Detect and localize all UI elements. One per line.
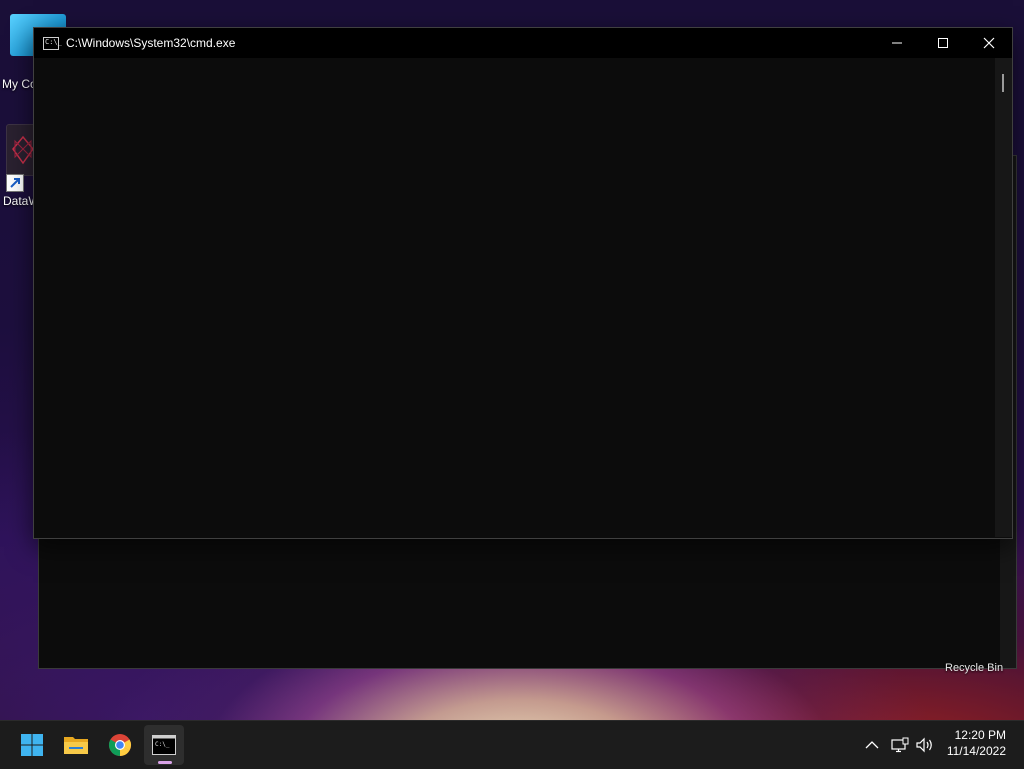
cmd-icon: C:\_ xyxy=(152,735,176,755)
file-explorer-button[interactable] xyxy=(56,725,96,765)
close-button[interactable] xyxy=(966,28,1012,58)
minimize-button[interactable] xyxy=(874,28,920,58)
taskbar-clock[interactable]: 12:20 PM 11/14/2022 xyxy=(940,727,1014,763)
windows-start-icon xyxy=(21,734,43,756)
folder-icon xyxy=(64,737,88,754)
svg-text:C:\_: C:\_ xyxy=(155,741,170,748)
network-icon xyxy=(891,737,909,753)
chevron-up-icon xyxy=(865,741,879,749)
chrome-icon xyxy=(109,734,131,756)
console-output-area[interactable] xyxy=(34,58,994,537)
maximize-icon xyxy=(938,38,948,48)
show-hidden-icons-button[interactable] xyxy=(860,733,884,757)
scrollbar-thumb[interactable] xyxy=(1002,74,1004,92)
cmd-icon: C:\_ xyxy=(43,36,62,50)
window-title: C:\Windows\System32\cmd.exe xyxy=(66,36,236,50)
network-button[interactable] xyxy=(888,733,912,757)
minimize-icon xyxy=(892,42,902,44)
command-prompt-taskbar-button[interactable]: C:\_ xyxy=(144,725,184,765)
desktop-icon-label: My Co xyxy=(2,77,37,91)
close-icon xyxy=(983,37,995,49)
recycle-bin-label[interactable]: Recycle Bin xyxy=(945,662,1003,674)
cmd-titlebar[interactable]: C:\_ C:\Windows\System32\cmd.exe xyxy=(34,28,1012,58)
active-app-indicator xyxy=(158,761,172,764)
vertical-scrollbar[interactable] xyxy=(995,58,1012,537)
volume-icon xyxy=(916,737,932,753)
taskbar: C:\_ 12:20 PM 11/14/2022 xyxy=(0,720,1024,769)
chrome-button[interactable] xyxy=(100,725,140,765)
cmd-icon-glyph: C:\_ xyxy=(45,37,62,46)
volume-button[interactable] xyxy=(913,733,937,757)
cmd-window[interactable]: C:\_ C:\Windows\System32\cmd.exe xyxy=(33,27,1013,539)
clock-time: 12:20 PM xyxy=(954,728,1006,742)
maximize-button[interactable] xyxy=(920,28,966,58)
start-button[interactable] xyxy=(12,725,52,765)
shortcut-arrow-icon xyxy=(6,174,24,192)
clock-date: 11/14/2022 xyxy=(946,744,1006,758)
